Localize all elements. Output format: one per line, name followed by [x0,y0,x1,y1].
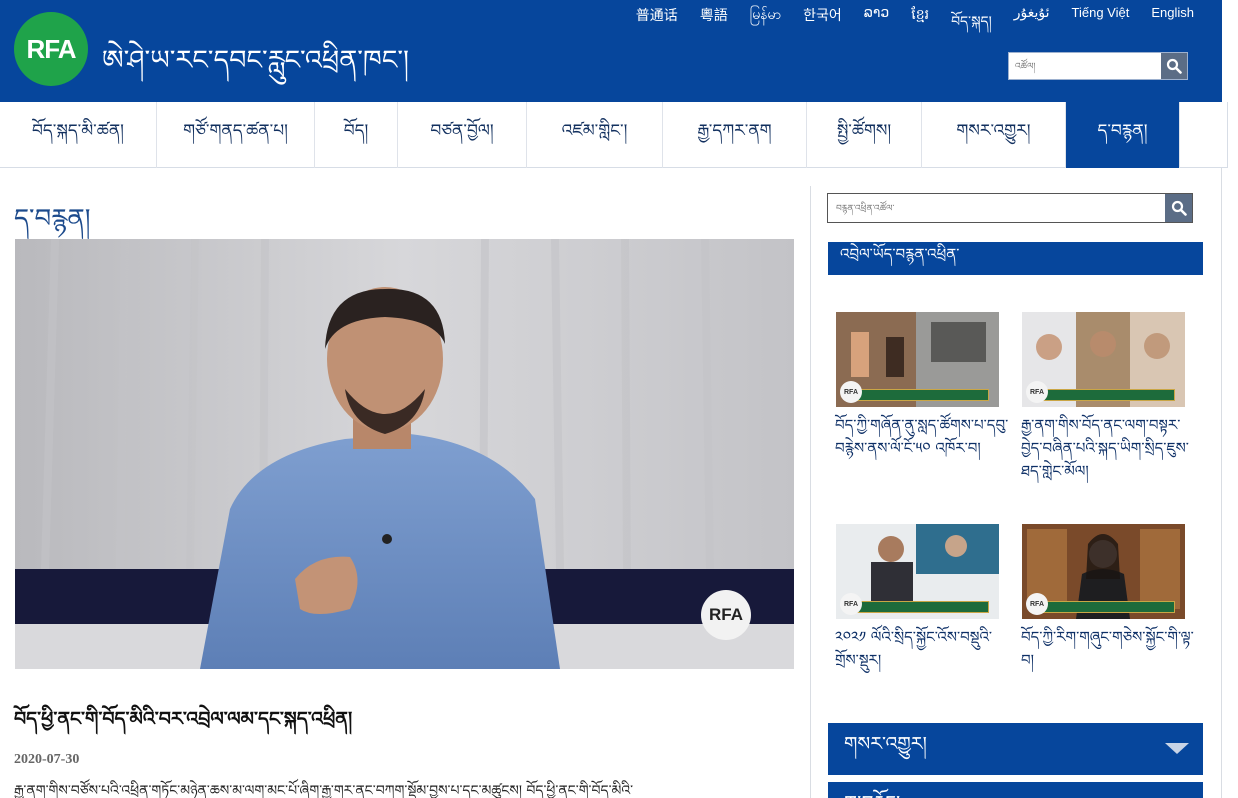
lang-link-burmese[interactable]: မြန်မာ [750,5,781,45]
header-search [1008,52,1188,80]
lang-link-uyghur[interactable]: ئۇيغۇر [1014,5,1050,45]
site-header: RFA ཨེ་ཤེ་ཡ་རང་དབང་རླུང་འཕྲིན་ཁང་། 普通话 粵… [0,0,1222,102]
search-icon [1171,200,1187,216]
thumbnail-rfa-badge: RFA [1026,381,1048,403]
sidebar-search [827,193,1193,223]
nav-item-china-india[interactable]: རྒྱ་དཀར་ནག [663,102,807,168]
accordion-label: ཁ་བརྗོད། [844,781,900,798]
language-bar: 普通话 粵語 မြန်မာ 한국어 ລາວ ខ្មែរ བོད་སྐད། ئۇي… [636,5,1194,45]
nav-item-world[interactable]: འཛམ་གླིང་། [527,102,663,168]
video-thumbnail[interactable]: RFA [836,312,999,407]
accordion-opinion[interactable]: ཁ་བརྗོད། [828,782,1203,798]
lang-link-khmer[interactable]: ខ្មែរ [911,5,929,45]
nav-item-tibet[interactable]: བོད། [315,102,398,168]
logo-text: RFA [26,33,77,64]
lang-link-vietnamese[interactable]: Tiếng Việt [1072,5,1130,45]
article-summary: རྒྱ་ནག་གིས་བཙོས་པའི་འཕྲིན་གཏོང་མཉེན་ཆས་མ… [14,783,634,798]
nav-item-top-stories[interactable]: གཙོ་གནད་ཚན་པ། [157,102,315,168]
site-title[interactable]: ཨེ་ཤེ་ཡ་རང་དབང་རླུང་འཕྲིན་ཁང་། [102,30,409,106]
accordion-news[interactable]: གསར་འགྱུར། [828,723,1203,775]
search-icon [1166,58,1182,74]
thumbnail-caption-bar [846,389,989,401]
video-search-button[interactable] [1165,194,1192,222]
thumbnail-rfa-badge: RFA [840,593,862,615]
nav-item-exile[interactable]: བཙན་བྱོལ། [398,102,527,168]
page-edge-divider [1221,168,1222,798]
nav-item-news[interactable]: གསར་འགྱུར། [922,102,1066,168]
nav-item-tibetan-news[interactable]: བོད་སྐད་མི་ཚན། [0,102,157,168]
lang-link-cantonese[interactable]: 粵語 [700,5,728,45]
video-thumbnail[interactable]: RFA [1022,312,1185,407]
article-headline[interactable]: བོད་ཕྱི་ནང་གི་བོད་མིའི་བར་འབྲེལ་ལམ་དང་སྐ… [14,697,352,751]
thumbnail-caption-bar [846,601,989,613]
related-videos-heading: འབྲེལ་ཡོད་བརྙན་འཕྲིན་ [828,242,1203,275]
thumbnail-rfa-badge: RFA [840,381,862,403]
lang-link-tibetan[interactable]: བོད་སྐད། [951,5,992,45]
video-watermark: RFA [709,605,743,624]
article-date: 2020-07-30 [14,752,80,767]
column-divider [810,186,811,798]
nav-item-society[interactable]: སྤྱི་ཚོགས། [807,102,922,168]
video-title-link[interactable]: བོད་ཀྱི་རིག་གཞུང་གཅེས་སྐྱོང་གི་ལྟ་བ། [1021,626,1196,672]
video-thumbnail[interactable]: RFA [836,524,999,619]
chevron-down-icon [1165,743,1189,754]
rfa-logo[interactable]: RFA [14,12,88,86]
thumbnail-rfa-badge: RFA [1026,593,1048,615]
lang-link-english[interactable]: English [1151,5,1194,45]
lang-link-korean[interactable]: 한국어 [803,5,842,45]
thumbnail-caption-bar [1032,601,1175,613]
main-nav: བོད་སྐད་མི་ཚན། གཙོ་གནད་ཚན་པ། བོད། བཙན་བྱ… [0,102,1228,168]
lang-link-mandarin[interactable]: 普通话 [636,5,678,45]
video-title-link[interactable]: རྒྱ་ནག་གིས་བོད་ནང་ལག་བསྟར་བྱེད་བཞིན་པའི་… [1021,414,1196,483]
nav-item-video[interactable]: ད་བརྙན། [1066,102,1180,168]
thumbnail-caption-bar [1032,389,1175,401]
video-thumbnail[interactable]: RFA [1022,524,1185,619]
header-search-input[interactable] [1009,53,1161,79]
video-title-link[interactable]: བོད་ཀྱི་གཞོན་ནུ་སླད་ཚོགས་པ་དབུ་བརྙེས་ནས་… [835,414,1010,460]
lang-link-lao[interactable]: ລາວ [864,5,890,45]
accordion-label: གསར་འགྱུར། [844,733,927,755]
video-title-link[interactable]: ༢༠༢༡ ལོའི་སྲིད་སྐྱོང་འོས་བསྡུའི་གྲོས་སྡུ… [835,626,1010,672]
video-player[interactable]: RFA [15,239,794,669]
video-search-input[interactable] [828,194,1164,222]
header-search-button[interactable] [1161,53,1187,79]
video-frame [15,239,794,669]
